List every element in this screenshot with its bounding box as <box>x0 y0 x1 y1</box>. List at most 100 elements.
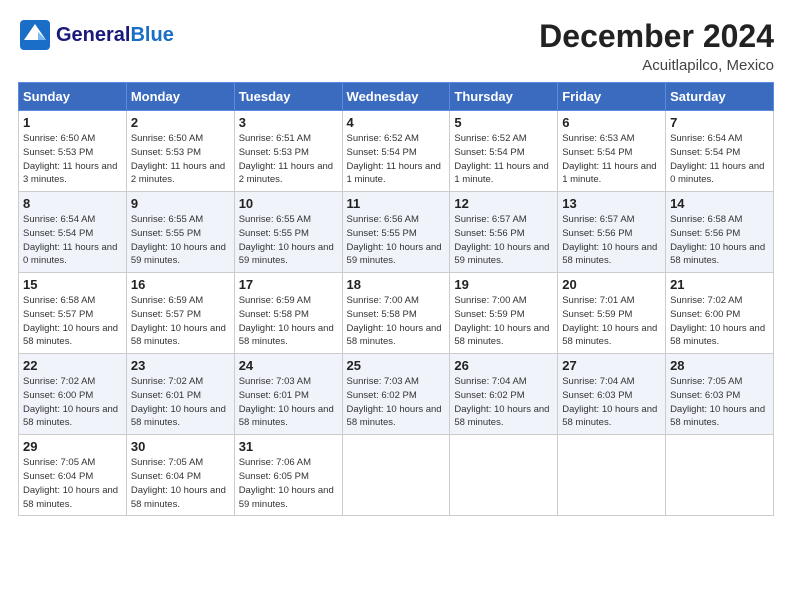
calendar-cell-16: 16 Sunrise: 6:59 AM Sunset: 5:57 PM Dayl… <box>126 273 234 354</box>
day-info: Sunrise: 6:53 AM Sunset: 5:54 PM Dayligh… <box>562 132 661 187</box>
day-number: 18 <box>347 277 446 292</box>
day-info: Sunrise: 7:03 AM Sunset: 6:01 PM Dayligh… <box>239 375 338 430</box>
header-sunday: Sunday <box>19 83 127 111</box>
day-number: 28 <box>670 358 769 373</box>
header-thursday: Thursday <box>450 83 558 111</box>
day-number: 24 <box>239 358 338 373</box>
day-number: 6 <box>562 115 661 130</box>
day-info: Sunrise: 7:02 AM Sunset: 6:01 PM Dayligh… <box>131 375 230 430</box>
logo-blue: Blue <box>130 24 173 46</box>
calendar-week-4: 22 Sunrise: 7:02 AM Sunset: 6:00 PM Dayl… <box>19 354 774 435</box>
calendar-cell-31: 31 Sunrise: 7:06 AM Sunset: 6:05 PM Dayl… <box>234 435 342 516</box>
day-info: Sunrise: 7:05 AM Sunset: 6:04 PM Dayligh… <box>131 456 230 511</box>
calendar-cell-3: 3 Sunrise: 6:51 AM Sunset: 5:53 PM Dayli… <box>234 111 342 192</box>
calendar-cell-29: 29 Sunrise: 7:05 AM Sunset: 6:04 PM Dayl… <box>19 435 127 516</box>
day-number: 20 <box>562 277 661 292</box>
day-info: Sunrise: 6:58 AM Sunset: 5:57 PM Dayligh… <box>23 294 122 349</box>
calendar-cell-11: 11 Sunrise: 6:56 AM Sunset: 5:55 PM Dayl… <box>342 192 450 273</box>
header-tuesday: Tuesday <box>234 83 342 111</box>
calendar-cell-7: 7 Sunrise: 6:54 AM Sunset: 5:54 PM Dayli… <box>666 111 774 192</box>
day-number: 17 <box>239 277 338 292</box>
header-saturday: Saturday <box>666 83 774 111</box>
day-info: Sunrise: 6:54 AM Sunset: 5:54 PM Dayligh… <box>670 132 769 187</box>
title-block: December 2024 Acuitlapilco, Mexico <box>539 18 774 74</box>
day-number: 25 <box>347 358 446 373</box>
calendar-week-2: 8 Sunrise: 6:54 AM Sunset: 5:54 PM Dayli… <box>19 192 774 273</box>
day-info: Sunrise: 6:58 AM Sunset: 5:56 PM Dayligh… <box>670 213 769 268</box>
day-number: 8 <box>23 196 122 211</box>
calendar-cell-17: 17 Sunrise: 6:59 AM Sunset: 5:58 PM Dayl… <box>234 273 342 354</box>
location: Acuitlapilco, Mexico <box>539 57 774 74</box>
calendar-cell-24: 24 Sunrise: 7:03 AM Sunset: 6:01 PM Dayl… <box>234 354 342 435</box>
day-info: Sunrise: 6:55 AM Sunset: 5:55 PM Dayligh… <box>239 213 338 268</box>
day-info: Sunrise: 6:57 AM Sunset: 5:56 PM Dayligh… <box>454 213 553 268</box>
calendar-cell-22: 22 Sunrise: 7:02 AM Sunset: 6:00 PM Dayl… <box>19 354 127 435</box>
main-container: GeneralBlue December 2024 Acuitlapilco, … <box>0 0 792 526</box>
calendar-cell-5: 5 Sunrise: 6:52 AM Sunset: 5:54 PM Dayli… <box>450 111 558 192</box>
calendar-cell-6: 6 Sunrise: 6:53 AM Sunset: 5:54 PM Dayli… <box>558 111 666 192</box>
day-number: 30 <box>131 439 230 454</box>
calendar-week-3: 15 Sunrise: 6:58 AM Sunset: 5:57 PM Dayl… <box>19 273 774 354</box>
day-number: 29 <box>23 439 122 454</box>
calendar-cell-27: 27 Sunrise: 7:04 AM Sunset: 6:03 PM Dayl… <box>558 354 666 435</box>
day-number: 12 <box>454 196 553 211</box>
day-info: Sunrise: 6:52 AM Sunset: 5:54 PM Dayligh… <box>347 132 446 187</box>
day-number: 10 <box>239 196 338 211</box>
day-number: 9 <box>131 196 230 211</box>
day-number: 16 <box>131 277 230 292</box>
calendar-cell-15: 15 Sunrise: 6:58 AM Sunset: 5:57 PM Dayl… <box>19 273 127 354</box>
calendar-cell-19: 19 Sunrise: 7:00 AM Sunset: 5:59 PM Dayl… <box>450 273 558 354</box>
weekday-header-row: Sunday Monday Tuesday Wednesday Thursday… <box>19 83 774 111</box>
header-wednesday: Wednesday <box>342 83 450 111</box>
calendar-cell-30: 30 Sunrise: 7:05 AM Sunset: 6:04 PM Dayl… <box>126 435 234 516</box>
logo: GeneralBlue <box>18 18 174 52</box>
calendar-cell-18: 18 Sunrise: 7:00 AM Sunset: 5:58 PM Dayl… <box>342 273 450 354</box>
day-info: Sunrise: 7:02 AM Sunset: 6:00 PM Dayligh… <box>670 294 769 349</box>
day-number: 3 <box>239 115 338 130</box>
day-info: Sunrise: 7:02 AM Sunset: 6:00 PM Dayligh… <box>23 375 122 430</box>
day-info: Sunrise: 7:01 AM Sunset: 5:59 PM Dayligh… <box>562 294 661 349</box>
day-number: 19 <box>454 277 553 292</box>
calendar-cell-empty-4 <box>450 435 558 516</box>
day-info: Sunrise: 6:51 AM Sunset: 5:53 PM Dayligh… <box>239 132 338 187</box>
day-info: Sunrise: 6:50 AM Sunset: 5:53 PM Dayligh… <box>131 132 230 187</box>
day-number: 11 <box>347 196 446 211</box>
logo-icon <box>18 18 52 52</box>
day-info: Sunrise: 7:03 AM Sunset: 6:02 PM Dayligh… <box>347 375 446 430</box>
day-number: 21 <box>670 277 769 292</box>
calendar-week-5: 29 Sunrise: 7:05 AM Sunset: 6:04 PM Dayl… <box>19 435 774 516</box>
calendar-cell-12: 12 Sunrise: 6:57 AM Sunset: 5:56 PM Dayl… <box>450 192 558 273</box>
calendar-cell-13: 13 Sunrise: 6:57 AM Sunset: 5:56 PM Dayl… <box>558 192 666 273</box>
day-info: Sunrise: 7:05 AM Sunset: 6:03 PM Dayligh… <box>670 375 769 430</box>
header-monday: Monday <box>126 83 234 111</box>
day-info: Sunrise: 7:04 AM Sunset: 6:02 PM Dayligh… <box>454 375 553 430</box>
calendar-cell-14: 14 Sunrise: 6:58 AM Sunset: 5:56 PM Dayl… <box>666 192 774 273</box>
day-number: 2 <box>131 115 230 130</box>
day-number: 4 <box>347 115 446 130</box>
logo-general: General <box>56 24 130 46</box>
calendar-cell-4: 4 Sunrise: 6:52 AM Sunset: 5:54 PM Dayli… <box>342 111 450 192</box>
calendar-cell-empty-5 <box>558 435 666 516</box>
calendar-cell-26: 26 Sunrise: 7:04 AM Sunset: 6:02 PM Dayl… <box>450 354 558 435</box>
day-info: Sunrise: 7:06 AM Sunset: 6:05 PM Dayligh… <box>239 456 338 511</box>
calendar-cell-2: 2 Sunrise: 6:50 AM Sunset: 5:53 PM Dayli… <box>126 111 234 192</box>
day-number: 5 <box>454 115 553 130</box>
day-info: Sunrise: 6:50 AM Sunset: 5:53 PM Dayligh… <box>23 132 122 187</box>
month-title: December 2024 <box>539 18 774 55</box>
day-info: Sunrise: 7:04 AM Sunset: 6:03 PM Dayligh… <box>562 375 661 430</box>
calendar-cell-1: 1 Sunrise: 6:50 AM Sunset: 5:53 PM Dayli… <box>19 111 127 192</box>
day-info: Sunrise: 7:00 AM Sunset: 5:59 PM Dayligh… <box>454 294 553 349</box>
day-number: 26 <box>454 358 553 373</box>
calendar-cell-10: 10 Sunrise: 6:55 AM Sunset: 5:55 PM Dayl… <box>234 192 342 273</box>
day-number: 23 <box>131 358 230 373</box>
calendar-cell-23: 23 Sunrise: 7:02 AM Sunset: 6:01 PM Dayl… <box>126 354 234 435</box>
day-number: 1 <box>23 115 122 130</box>
day-info: Sunrise: 6:52 AM Sunset: 5:54 PM Dayligh… <box>454 132 553 187</box>
day-number: 15 <box>23 277 122 292</box>
day-number: 22 <box>23 358 122 373</box>
day-number: 14 <box>670 196 769 211</box>
day-number: 13 <box>562 196 661 211</box>
day-info: Sunrise: 6:56 AM Sunset: 5:55 PM Dayligh… <box>347 213 446 268</box>
day-info: Sunrise: 6:54 AM Sunset: 5:54 PM Dayligh… <box>23 213 122 268</box>
day-number: 7 <box>670 115 769 130</box>
